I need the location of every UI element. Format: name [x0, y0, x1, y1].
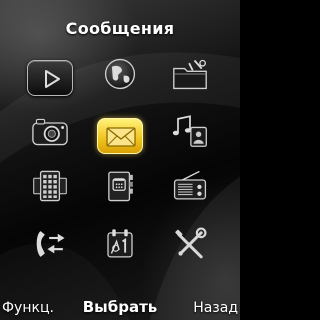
- settings-button[interactable]: [167, 226, 213, 262]
- organizer-icon: [33, 170, 67, 202]
- radio-icon: [173, 170, 207, 200]
- camera-icon: [32, 118, 68, 146]
- phonebook-icon: [108, 171, 133, 202]
- calendar-button[interactable]: [97, 226, 143, 262]
- organizer-button[interactable]: [27, 168, 73, 204]
- call-log-icon: [36, 231, 65, 257]
- phone-screen: Сообщения Функц. Выбрать Назад: [0, 0, 240, 320]
- radio-button[interactable]: [167, 168, 213, 204]
- music-note-contact-icon: [172, 115, 207, 147]
- gallery-button[interactable]: [167, 56, 213, 92]
- internet-button[interactable]: [97, 56, 143, 92]
- calendar-icon: [107, 229, 133, 258]
- globe-icon: [104, 58, 136, 90]
- phonebook-button[interactable]: [97, 168, 143, 204]
- messages-button[interactable]: [97, 118, 143, 154]
- folder-icon: [173, 59, 207, 90]
- music-contacts-button[interactable]: [167, 112, 213, 148]
- tools-icon: [175, 227, 207, 259]
- envelope-icon: [106, 127, 136, 147]
- background-swoosh: [0, 52, 240, 320]
- camera-button[interactable]: [27, 114, 73, 150]
- softkey-back[interactable]: Назад: [193, 300, 238, 316]
- page-title: Сообщения: [65, 19, 175, 38]
- play-icon: [45, 70, 60, 88]
- calls-button[interactable]: [27, 226, 73, 262]
- media-player-button[interactable]: [27, 60, 73, 96]
